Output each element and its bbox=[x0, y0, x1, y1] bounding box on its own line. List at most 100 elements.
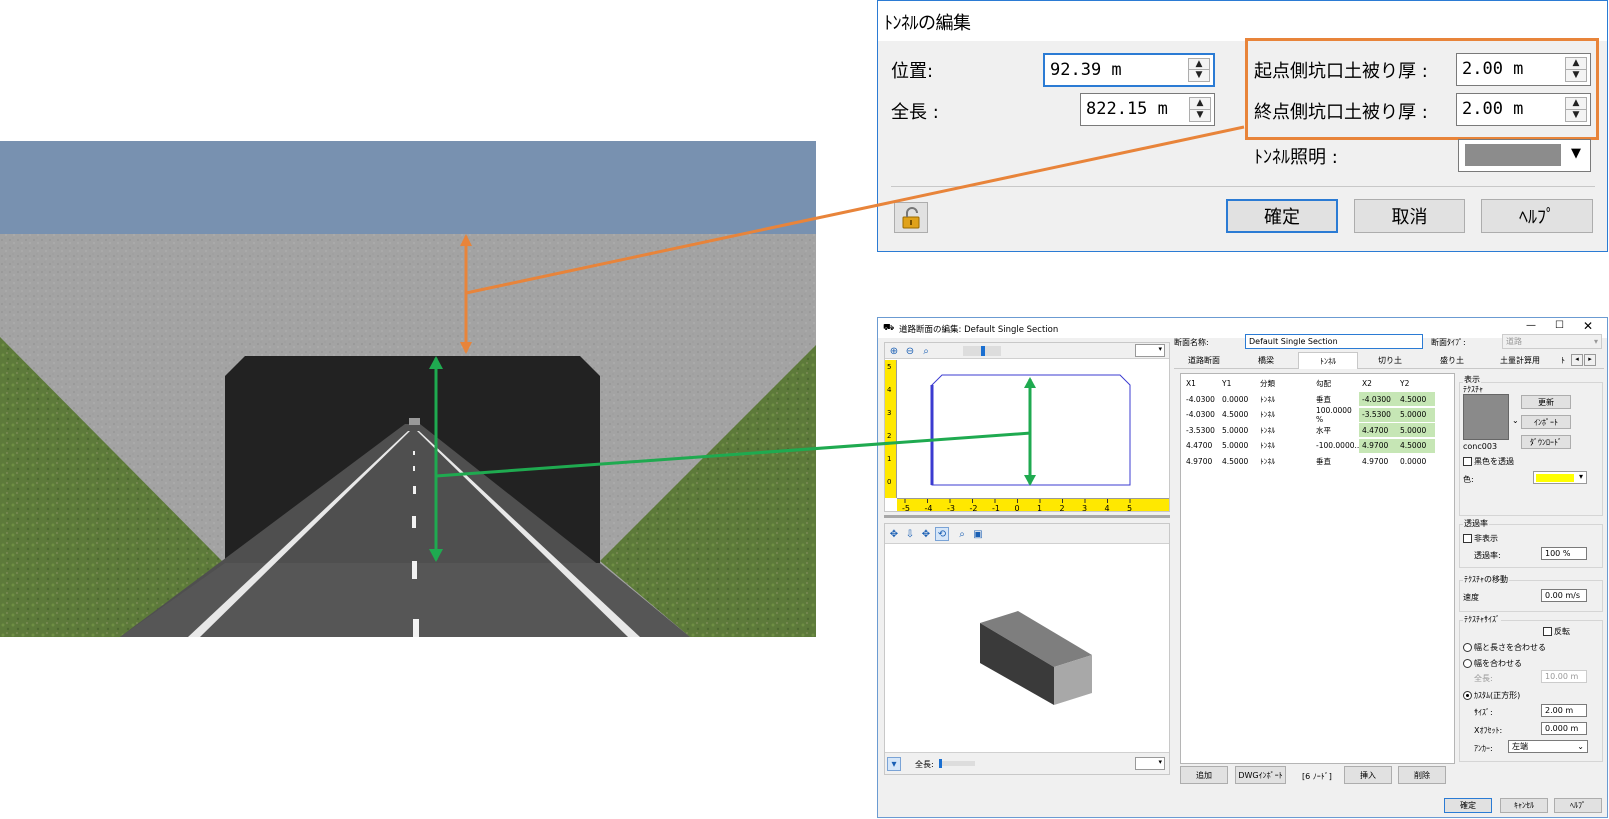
ok-button[interactable]: 確定 bbox=[1444, 798, 1492, 813]
table-cell[interactable]: ﾄﾝﾈﾙ bbox=[1257, 439, 1313, 453]
section-name-input[interactable]: Default Single Section bbox=[1245, 334, 1423, 349]
table-cell[interactable]: 4.9700 bbox=[1359, 438, 1397, 453]
update-button[interactable]: 更新 bbox=[1521, 395, 1571, 409]
tunnel-node-table[interactable]: X1 Y1 分類 勾配 X2 Y2 -4.0300 0.0000 ﾄﾝﾈﾙ 垂直 -4.… bbox=[1180, 373, 1455, 764]
reverse-checkbox[interactable]: 反転 bbox=[1543, 626, 1570, 637]
custom-square-radio[interactable]: ｶｽﾀﾑ(正方形) bbox=[1463, 690, 1520, 701]
start-cover-input[interactable]: 2.00 m ▲ ▼ bbox=[1456, 53, 1591, 86]
move-down-icon[interactable]: ⇩ bbox=[903, 527, 917, 541]
tab-cut[interactable]: 切り土 bbox=[1360, 353, 1420, 368]
chevron-down-icon[interactable]: ▼ bbox=[1571, 146, 1581, 161]
col-header-slope[interactable]: 勾配 bbox=[1313, 376, 1359, 390]
lock-button[interactable] bbox=[894, 202, 928, 233]
tab-overflow[interactable]: ﾄ bbox=[1558, 353, 1568, 368]
chevron-down-icon[interactable]: ▾ bbox=[887, 757, 901, 771]
hide-checkbox[interactable]: 非表示 bbox=[1463, 533, 1498, 544]
col-header-class[interactable]: 分類 bbox=[1257, 376, 1313, 390]
table-cell[interactable]: 4.5000 bbox=[1397, 392, 1435, 406]
texture-thumbnail[interactable] bbox=[1463, 394, 1509, 440]
cancel-button[interactable]: 取消 bbox=[1354, 199, 1465, 233]
table-cell[interactable]: ﾄﾝﾈﾙ bbox=[1257, 408, 1313, 422]
zoom-icon[interactable]: ⌕ bbox=[955, 527, 969, 541]
start-cover-spinner[interactable]: ▲ ▼ bbox=[1565, 57, 1587, 82]
image-icon[interactable]: ▣ bbox=[971, 527, 985, 541]
size-input[interactable]: 2.00 m bbox=[1541, 704, 1587, 717]
add-button[interactable]: 追加 bbox=[1180, 766, 1228, 784]
section-3d-view[interactable]: ✥ ⇩ ✥ ⟲ ⌕ ▣ ▾ 全長: ▾ bbox=[884, 523, 1170, 775]
table-cell[interactable]: 5.0000 bbox=[1397, 407, 1435, 422]
full-length-input[interactable]: 10.00 m bbox=[1541, 670, 1587, 683]
zoom-slider[interactable] bbox=[963, 346, 1001, 356]
speed-input[interactable]: 0.00 m/s bbox=[1541, 589, 1587, 602]
table-cell[interactable]: 4.5000 bbox=[1219, 408, 1257, 422]
tab-tunnel[interactable]: ﾄﾝﾈﾙ bbox=[1298, 352, 1358, 369]
end-cover-input[interactable]: 2.00 m ▲ ▼ bbox=[1456, 93, 1591, 126]
help-button[interactable]: ﾍﾙﾌﾟ bbox=[1481, 199, 1593, 233]
chevron-down-icon[interactable]: ▾ bbox=[1594, 337, 1598, 346]
table-cell[interactable]: -4.0300 bbox=[1183, 408, 1219, 422]
table-cell[interactable]: 4.9700 bbox=[1183, 454, 1219, 468]
zoom-out-icon[interactable]: ⊖ bbox=[903, 344, 917, 358]
texture-chevron-icon[interactable]: ⌄ bbox=[1512, 416, 1519, 425]
black-transparent-checkbox[interactable]: 黒色を透過 bbox=[1463, 456, 1514, 467]
tab-scroll-left-icon[interactable]: ◂ bbox=[1571, 354, 1583, 366]
table-cell[interactable]: 0.0000 bbox=[1397, 454, 1435, 468]
xoffset-input[interactable]: 0.000 m bbox=[1541, 722, 1587, 735]
minimize-icon[interactable]: — bbox=[1526, 320, 1536, 331]
tab-fill[interactable]: 盛り土 bbox=[1422, 353, 1482, 368]
view3d-dropdown[interactable]: ▾ bbox=[1135, 757, 1165, 770]
table-cell[interactable]: -4.0300 bbox=[1359, 392, 1397, 406]
table-cell[interactable]: 垂直 bbox=[1313, 454, 1359, 468]
import-button[interactable]: ｲﾝﾎﾟｰﾄ bbox=[1521, 415, 1571, 429]
section-type-select[interactable]: 道路 ▾ bbox=[1502, 334, 1602, 349]
fit-width-length-radio[interactable]: 幅と長さを合わせる bbox=[1463, 642, 1546, 653]
length-input[interactable]: 822.15 m ▲ ▼ bbox=[1080, 93, 1215, 126]
length-slider[interactable] bbox=[939, 759, 975, 768]
splitter[interactable] bbox=[884, 515, 1170, 518]
col-header-y1[interactable]: Y1 bbox=[1219, 376, 1257, 390]
length-spinner[interactable]: ▲ ▼ bbox=[1189, 97, 1211, 122]
col-header-x2[interactable]: X2 bbox=[1359, 376, 1397, 390]
chevron-down-icon[interactable]: ▾ bbox=[1579, 472, 1583, 481]
move-icon[interactable]: ✥ bbox=[919, 527, 933, 541]
table-cell[interactable]: 5.0000 bbox=[1397, 423, 1435, 437]
table-cell[interactable]: 5.0000 bbox=[1219, 423, 1257, 437]
table-cell[interactable]: 水平 bbox=[1313, 423, 1359, 437]
zoom-fit-icon[interactable]: ⌕ bbox=[919, 344, 933, 358]
tab-earthwork[interactable]: 土量計算用 bbox=[1484, 353, 1556, 368]
zoom-in-icon[interactable]: ⊕ bbox=[887, 344, 901, 358]
help-button[interactable]: ﾍﾙﾌﾟ bbox=[1554, 798, 1602, 813]
close-icon[interactable]: ✕ bbox=[1583, 319, 1593, 333]
table-cell[interactable]: ﾄﾝﾈﾙ bbox=[1257, 392, 1313, 406]
end-cover-spinner[interactable]: ▲ ▼ bbox=[1565, 97, 1587, 122]
table-cell[interactable]: 5.0000 bbox=[1219, 439, 1257, 453]
download-button[interactable]: ﾀﾞｳﾝﾛｰﾄﾞ bbox=[1521, 435, 1571, 449]
position-spinner[interactable]: ▲ ▼ bbox=[1188, 58, 1210, 82]
tab-bridge[interactable]: 橋梁 bbox=[1236, 353, 1296, 368]
chevron-down-icon[interactable]: ⌄ bbox=[1577, 742, 1584, 751]
table-cell[interactable]: ﾄﾝﾈﾙ bbox=[1257, 423, 1313, 437]
anchor-select[interactable]: 左端 ⌄ bbox=[1508, 740, 1588, 753]
col-header-y2[interactable]: Y2 bbox=[1397, 376, 1435, 390]
table-cell[interactable]: 4.4700 bbox=[1359, 423, 1397, 437]
table-cell[interactable]: ﾄﾝﾈﾙ bbox=[1257, 454, 1313, 468]
cancel-button[interactable]: ｷｬﾝｾﾙ bbox=[1500, 798, 1548, 813]
rotate-icon[interactable]: ⟲ bbox=[935, 527, 949, 541]
pan-icon[interactable]: ✥ bbox=[887, 527, 901, 541]
table-cell[interactable]: 4.9700 bbox=[1359, 454, 1397, 468]
table-cell[interactable]: 100.0000 % bbox=[1313, 406, 1359, 424]
dwg-import-button[interactable]: DWGｲﾝﾎﾟｰﾄ bbox=[1235, 766, 1286, 784]
fit-width-radio[interactable]: 幅を合わせる bbox=[1463, 658, 1522, 669]
table-cell[interactable]: -3.5300 bbox=[1359, 407, 1397, 422]
col-header-x1[interactable]: X1 bbox=[1183, 376, 1219, 390]
tab-road-section[interactable]: 道路断面 bbox=[1174, 353, 1234, 368]
table-cell[interactable]: 4.5000 bbox=[1397, 438, 1435, 453]
table-cell[interactable]: -4.0300 bbox=[1183, 392, 1219, 406]
table-cell[interactable]: 4.4700 bbox=[1183, 439, 1219, 453]
view-dropdown[interactable]: ▾ bbox=[1135, 344, 1165, 357]
table-cell[interactable]: 垂直 bbox=[1313, 392, 1359, 406]
position-input[interactable]: 92.39 m ▲ ▼ bbox=[1043, 53, 1215, 87]
table-cell[interactable]: -100.0000... bbox=[1313, 439, 1362, 453]
maximize-icon[interactable]: ☐ bbox=[1555, 320, 1564, 331]
tab-scroll-right-icon[interactable]: ▸ bbox=[1584, 354, 1596, 366]
